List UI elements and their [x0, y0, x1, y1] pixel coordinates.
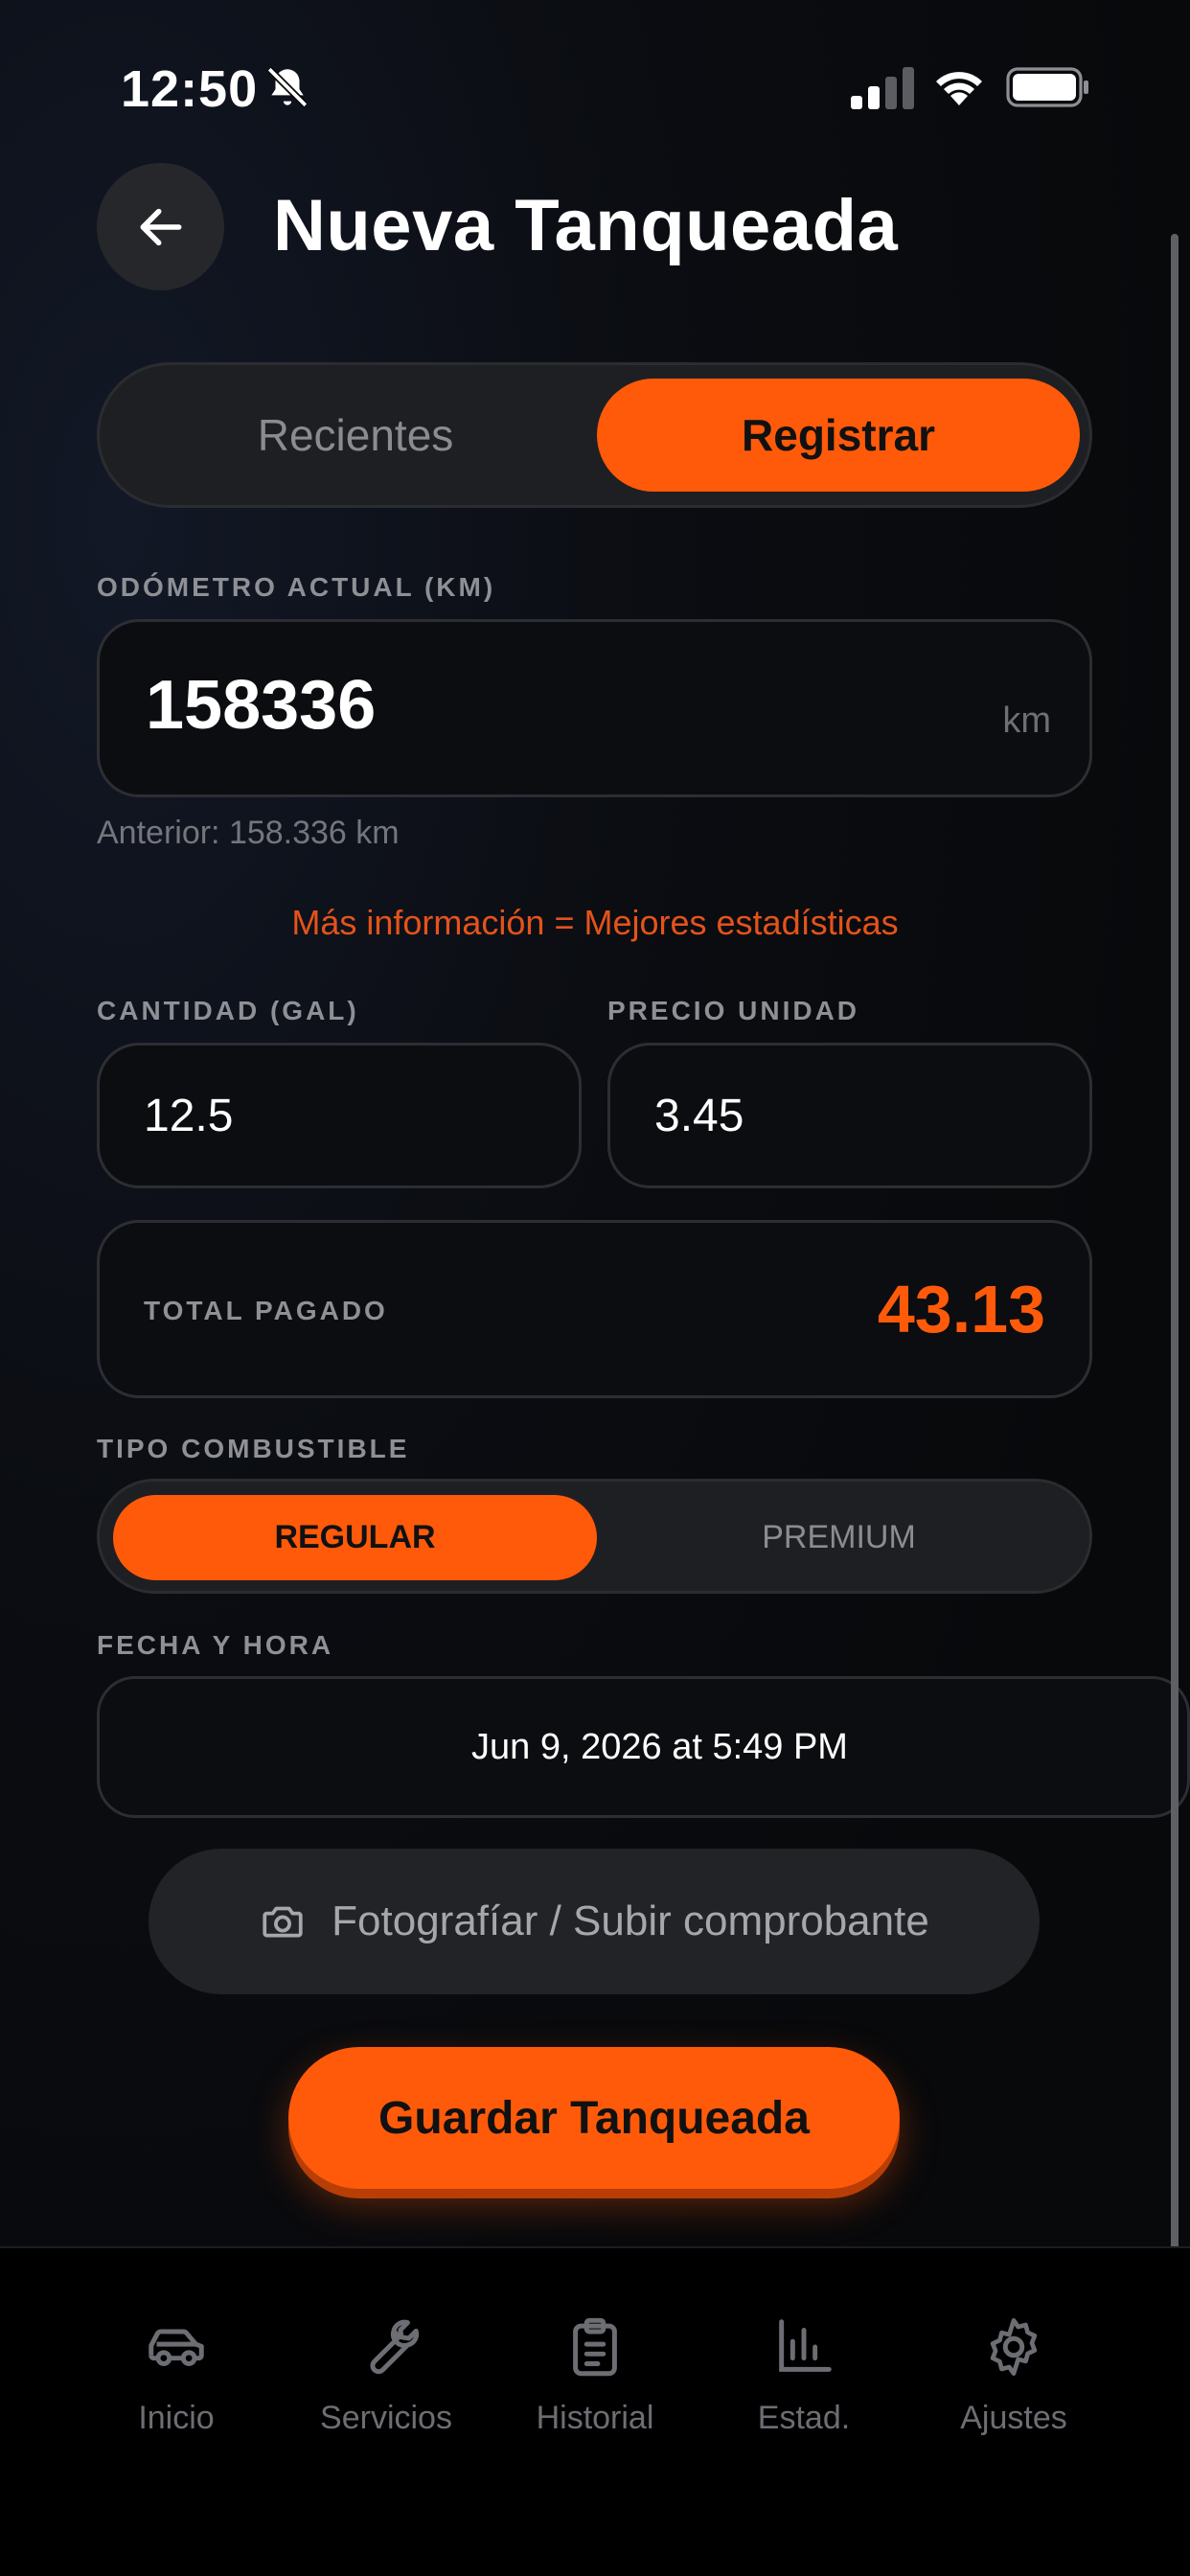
bell-slash-icon [266, 66, 309, 108]
screen: 12:50 Nueva Tanqueada Recientes Registra… [0, 0, 1190, 2576]
status-bar: 12:50 [0, 0, 1190, 172]
nav-label-ajustes: Ajustes [960, 2400, 1067, 2436]
tab-registrar[interactable]: Registrar [597, 379, 1080, 492]
nav-item-servicios[interactable]: Servicios [281, 2313, 492, 2437]
unit-price-input[interactable]: 3.45 [607, 1043, 1092, 1188]
back-button[interactable] [97, 163, 224, 290]
datetime-value: Jun 9, 2026 at 5:49 PM [471, 1726, 848, 1767]
nav-item-historial[interactable]: Historial [490, 2313, 700, 2437]
upload-receipt-label: Fotografíar / Subir comprobante [332, 1898, 929, 1944]
datetime-label: FECHA Y HORA [97, 1630, 334, 1660]
bottom-nav: Inicio Servicios Historial Estad. Ajuste… [0, 2246, 1190, 2576]
fuel-option-regular[interactable]: REGULAR [113, 1495, 597, 1580]
status-time: 12:50 [121, 60, 259, 118]
chart-icon [779, 2319, 832, 2372]
fuel-type-toggle: REGULAR PREMIUM [97, 1479, 1092, 1594]
quantity-label: CANTIDAD (GAL) [97, 996, 359, 1025]
total-paid-box: TOTAL PAGADO 43.13 [97, 1220, 1092, 1398]
odometer-unit: km [1002, 701, 1051, 741]
odometer-input[interactable]: 158336 km [97, 619, 1092, 797]
wifi-icon [936, 72, 982, 105]
arrow-left-icon [140, 208, 181, 245]
quantity-input[interactable]: 12.5 [97, 1043, 582, 1188]
save-refuel-button[interactable]: Guardar Tanqueada [288, 2047, 900, 2189]
fuel-option-premium[interactable]: PREMIUM [597, 1495, 1081, 1580]
page-title: Nueva Tanqueada [273, 185, 899, 266]
tab-recientes[interactable]: Recientes [113, 379, 598, 492]
total-paid-value: 43.13 [877, 1272, 1045, 1346]
signal-icon [851, 67, 914, 109]
odometer-label: ODÓMETRO ACTUAL (KM) [97, 572, 496, 602]
upload-receipt-button[interactable]: Fotografíar / Subir comprobante [149, 1849, 1040, 1994]
info-hint: Más información = Mejores estadísticas [291, 903, 899, 942]
nav-label-historial: Historial [536, 2400, 654, 2436]
unit-price-label: PRECIO UNIDAD [607, 996, 860, 1025]
battery-icon [1006, 67, 1088, 107]
datetime-picker[interactable]: Jun 9, 2026 at 5:49 PM [97, 1676, 1190, 1818]
nav-label-servicios: Servicios [320, 2400, 452, 2436]
camera-icon [263, 1906, 303, 1938]
wrench-icon [370, 2319, 420, 2375]
clipboard-icon [573, 2317, 617, 2377]
previous-odometer-text: Anterior: 158.336 km [97, 815, 400, 851]
segmented-tabs: Recientes Registrar [97, 362, 1092, 508]
nav-label-inicio: Inicio [138, 2400, 215, 2436]
nav-item-estadisticas[interactable]: Estad. [698, 2313, 909, 2437]
odometer-value: 158336 [146, 667, 377, 744]
quantity-value: 12.5 [144, 1091, 234, 1141]
nav-item-inicio[interactable]: Inicio [71, 2313, 282, 2437]
unit-price-value: 3.45 [654, 1091, 744, 1141]
gear-icon [990, 2317, 1038, 2377]
car-icon [149, 2329, 204, 2366]
scrollbar[interactable] [1171, 234, 1179, 2250]
total-paid-label: TOTAL PAGADO [144, 1296, 388, 1325]
fuel-type-label: TIPO COMBUSTIBLE [97, 1434, 410, 1463]
nav-label-estadisticas: Estad. [757, 2400, 851, 2436]
nav-item-ajustes[interactable]: Ajustes [908, 2313, 1119, 2437]
